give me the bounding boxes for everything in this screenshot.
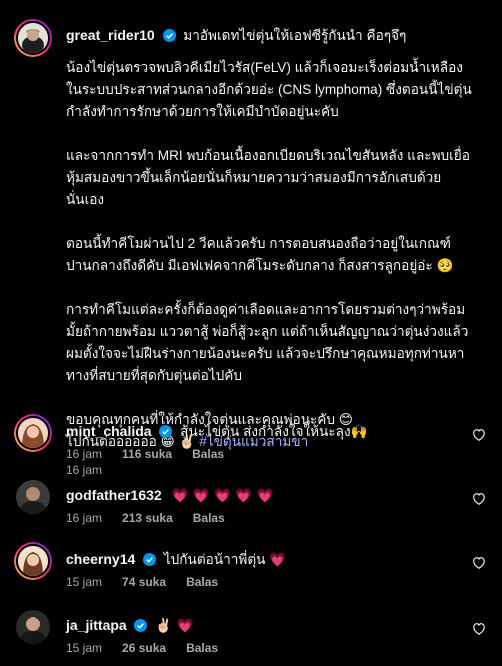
avatar-image	[16, 21, 50, 55]
verified-badge-icon	[162, 29, 176, 42]
avatar-image	[16, 416, 50, 450]
heart-outline-icon[interactable]	[472, 428, 486, 442]
commenter-avatar[interactable]	[16, 610, 50, 644]
heart-outline-icon[interactable]	[472, 622, 486, 636]
post-author-avatar[interactable]	[14, 19, 52, 57]
commenter-username[interactable]: godfather1632	[66, 487, 162, 503]
reply-button[interactable]: Balas	[192, 447, 224, 461]
comment-meta: 16 jam 213 suka Balas	[66, 511, 225, 525]
comment-text: 💗 💗 💗 💗 💗	[171, 488, 274, 504]
reply-button[interactable]: Balas	[193, 511, 225, 525]
avatar-portrait-icon	[18, 23, 48, 53]
caption-paragraph: ตอนนี้ทำคีโมผ่านไป 2 วีคแล้วครับ การตอบส…	[66, 236, 454, 273]
post-author-username[interactable]: great_rider10	[66, 27, 155, 43]
commenter-username[interactable]: mint_chalida	[66, 423, 152, 439]
commenter-username[interactable]: ja_jittapa	[66, 617, 127, 633]
caption-paragraph: น้องไข่ตุ่นตรวจพบลิวคีเมียไวรัส(FeLV) แล…	[66, 60, 472, 119]
caption-paragraph: และจากการทำ MRI พบก้อนเนื้องอกเบียดบริเว…	[66, 148, 470, 207]
avatar-image	[16, 544, 50, 578]
commenter-avatar[interactable]	[14, 542, 52, 580]
avatar-portrait-icon	[18, 418, 48, 448]
comment-likes[interactable]: 26 suka	[122, 641, 166, 655]
caption-first-line: มาอัพเดทไข่ตุ่นให้เอฟซีรู้กันนำ คือๆจึๆ	[183, 28, 407, 43]
avatar-portrait-icon	[16, 610, 50, 644]
comment-likes[interactable]: 74 suka	[122, 575, 166, 589]
comment-likes[interactable]: 116 suka	[122, 447, 172, 461]
comment-item: ja_jittapa ✌🏻 💗 15 jam 26 suka Balas	[0, 600, 502, 666]
heart-outline-icon[interactable]	[472, 556, 486, 570]
comment-meta: 16 jam 116 suka Balas	[66, 447, 224, 461]
comment-meta: 15 jam 26 suka Balas	[66, 641, 218, 655]
verified-badge-icon	[159, 425, 173, 438]
comment-text: ✌🏻 💗	[155, 618, 194, 634]
avatar-portrait-icon	[18, 546, 48, 576]
verified-badge-icon	[143, 553, 157, 566]
comment-time: 16 jam	[66, 447, 103, 461]
caption-paragraph: การทำคีโมแต่ละครั้งก็ต้องดูค่าเลือดและอา…	[66, 302, 469, 383]
commenter-avatar[interactable]	[16, 480, 50, 514]
comment-item: godfather1632 💗 💗 💗 💗 💗 16 jam 213 suka …	[0, 470, 502, 540]
comment-time: 15 jam	[66, 641, 103, 655]
comment-body: cheerny14 ไปกันต่อน้าาพี่ตุ่น 💗	[66, 549, 466, 570]
comment-body: mint_chalida สู้นะไข่ตุ่น ส่งกำลังใจให้น…	[66, 421, 466, 442]
commenter-avatar[interactable]	[14, 414, 52, 452]
heart-outline-icon[interactable]	[472, 492, 486, 506]
comment-time: 16 jam	[66, 511, 103, 525]
verified-badge-icon	[134, 619, 148, 632]
commenter-username[interactable]: cheerny14	[66, 551, 135, 567]
avatar-portrait-icon	[16, 480, 50, 514]
comment-body: ja_jittapa ✌🏻 💗	[66, 615, 466, 636]
comment-meta: 15 jam 74 suka Balas	[66, 575, 218, 589]
comment-body: godfather1632 💗 💗 💗 💗 💗	[66, 485, 466, 506]
reply-button[interactable]: Balas	[186, 641, 218, 655]
comment-item: cheerny14 ไปกันต่อน้าาพี่ตุ่น 💗 15 jam 7…	[0, 534, 502, 604]
comment-text: ไปกันต่อน้าาพี่ตุ่น 💗	[163, 552, 287, 567]
comment-time: 15 jam	[66, 575, 103, 589]
comment-item: mint_chalida สู้นะไข่ตุ่น ส่งกำลังใจให้น…	[0, 406, 502, 476]
comment-likes[interactable]: 213 suka	[122, 511, 173, 525]
comment-text: สู้นะไข่ตุ่น ส่งกำลังใจให้นะลุง🙌	[180, 424, 368, 439]
reply-button[interactable]: Balas	[186, 575, 218, 589]
comments-panel: great_rider10 มาอัพเดทไข่ตุ่นให้เอฟซีรู้…	[0, 0, 502, 666]
